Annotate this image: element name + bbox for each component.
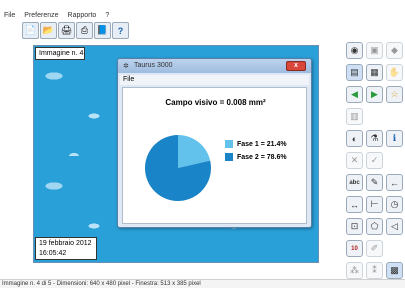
- stain-icon: ◐: [351, 133, 358, 144]
- line-arrow-button[interactable]: ←: [386, 174, 403, 191]
- open-folder-icon: 📂: [42, 25, 55, 35]
- text-abc-icon: abc: [349, 179, 360, 186]
- triangle-button[interactable]: ◁: [386, 218, 403, 235]
- close-button[interactable]: x: [286, 61, 306, 71]
- beaker-icon: ⚗: [370, 133, 379, 143]
- calculator-icon: ▤: [350, 67, 359, 77]
- menu-file[interactable]: File: [4, 12, 15, 19]
- measure-segment-icon: ⊢: [370, 199, 379, 209]
- measure-horizontal-icon: ↔: [350, 199, 359, 210]
- arrow-left-icon: ◀: [351, 89, 358, 99]
- triangle-icon: ◁: [391, 221, 398, 231]
- table-button[interactable]: ▥: [346, 108, 363, 125]
- measure-segment-button[interactable]: ⊢: [366, 196, 383, 213]
- particles-button[interactable]: ⁂: [346, 262, 363, 279]
- book-icon: 📘: [96, 25, 109, 35]
- drop-icon: ◆: [391, 45, 398, 55]
- image-edit-icon: ▣: [370, 45, 379, 55]
- chart-title: Campo visivo = 0.008 mm²: [165, 98, 266, 107]
- rectangle-button[interactable]: ⊡: [346, 218, 363, 235]
- split-icon: ⁑: [372, 265, 377, 275]
- star-button[interactable]: ☆: [386, 86, 403, 103]
- particles-icon: ⁂: [350, 265, 359, 275]
- info-button[interactable]: ℹ: [386, 130, 403, 147]
- table-icon: ▥: [350, 111, 359, 121]
- confirm-button[interactable]: ✓: [366, 152, 383, 169]
- legend-swatch-fase1: [225, 140, 233, 148]
- chart-panel: Campo visivo = 0.008 mm² Fase 1 = 21.4% …: [122, 87, 307, 224]
- new-document-icon: 📄: [24, 25, 37, 35]
- new-document-button[interactable]: 📄: [22, 22, 39, 39]
- image-date-label: 19 febbraio 2012 16:05:42: [35, 237, 97, 260]
- legend-label-fase2: Fase 2 = 78.6%: [237, 153, 287, 161]
- forward-button[interactable]: ▶: [366, 86, 383, 103]
- menu-preferenze[interactable]: Preferenze: [24, 12, 58, 19]
- info-icon: ℹ: [392, 133, 397, 143]
- text-edit-icon: ✎: [370, 177, 379, 187]
- dialog-titlebar[interactable]: ✲ Taurus 3000 x: [118, 59, 311, 73]
- open-folder-button[interactable]: 📂: [40, 22, 57, 39]
- menu-help[interactable]: ?: [105, 12, 109, 19]
- help-icon: ?: [117, 25, 124, 36]
- picture-icon: ▦: [370, 67, 379, 77]
- image-number-label: Immagine n. 4: [35, 47, 85, 60]
- line-arrow-icon: ←: [390, 177, 399, 188]
- scanner-button[interactable]: 🖨: [58, 22, 75, 39]
- dialog-menu-file[interactable]: File: [120, 75, 309, 85]
- taurus-dialog: ✲ Taurus 3000 x File Campo visivo = 0.00…: [117, 58, 312, 228]
- text-edit-button[interactable]: ✎: [366, 174, 383, 191]
- polygon-button[interactable]: ⬠: [366, 218, 383, 235]
- dialog-title: Taurus 3000: [134, 62, 173, 69]
- status-bar: Immagine n. 4 di 5 - Dimensioni: 640 x 4…: [0, 279, 405, 288]
- pen-button[interactable]: ✐: [366, 240, 383, 257]
- menu-bar: File Preferenze Rapporto ?: [0, 10, 405, 21]
- book-button[interactable]: 📘: [94, 22, 111, 39]
- arrow-right-icon: ▶: [371, 89, 378, 99]
- pen-icon: ✐: [370, 243, 379, 253]
- text-button[interactable]: abc: [346, 174, 363, 191]
- legend-swatch-fase2: [225, 153, 233, 161]
- star-icon: ☆: [390, 89, 399, 99]
- scanner-icon: 🖨: [60, 25, 73, 35]
- legend-label-fase1: Fase 1 = 21.4%: [237, 140, 287, 148]
- legend-item-fase2: Fase 2 = 78.6%: [225, 153, 287, 161]
- toolbar: 📄 📂 🖨 ⎙ 📘 ?: [22, 22, 129, 41]
- image-date: 19 febbraio 2012: [39, 240, 92, 247]
- cancel-button[interactable]: ✕: [346, 152, 363, 169]
- hand-button[interactable]: ✋: [386, 64, 403, 81]
- picture-button[interactable]: ▦: [366, 64, 383, 81]
- help-button[interactable]: ?: [112, 22, 129, 39]
- image-edit-button[interactable]: ▣: [366, 42, 383, 59]
- globe-button[interactable]: ◉: [346, 42, 363, 59]
- split-button[interactable]: ⁑: [366, 262, 383, 279]
- back-button[interactable]: ◀: [346, 86, 363, 103]
- rectangle-icon: ⊡: [350, 221, 359, 231]
- print-button[interactable]: ⎙: [76, 22, 93, 39]
- measure-horizontal-button[interactable]: ↔: [346, 196, 363, 213]
- cross-icon: ✕: [350, 155, 359, 165]
- stain-button[interactable]: ◐: [346, 130, 363, 147]
- pie-chart: [145, 135, 211, 201]
- menu-rapporto[interactable]: Rapporto: [68, 12, 97, 19]
- image-time: 16:05:42: [39, 250, 67, 257]
- calculator-button[interactable]: ▤: [346, 64, 363, 81]
- angle-icon: ◷: [390, 199, 399, 209]
- scale-button[interactable]: 10: [346, 240, 363, 257]
- grid-icon: ▩: [390, 265, 399, 275]
- grid-button[interactable]: ▩: [386, 262, 403, 279]
- check-icon: ✓: [370, 155, 379, 165]
- scale-bar-icon: 10: [351, 245, 358, 252]
- globe-icon: ◉: [350, 45, 359, 55]
- app-icon: ✲: [123, 63, 129, 70]
- polygon-icon: ⬠: [370, 221, 379, 231]
- tool-panel: ◉ ▣ ◆ ▤ ▦ ✋ ◀ ▶ ☆ ▥ ◐ ⚗ ℹ ✕ ✓ abc ✎ ← ↔ …: [340, 42, 405, 279]
- print-icon: ⎙: [80, 25, 89, 35]
- legend-item-fase1: Fase 1 = 21.4%: [225, 140, 287, 148]
- beaker-button[interactable]: ⚗: [366, 130, 383, 147]
- drop-button[interactable]: ◆: [386, 42, 403, 59]
- measure-angle-button[interactable]: ◷: [386, 196, 403, 213]
- hand-icon: ✋: [388, 67, 401, 77]
